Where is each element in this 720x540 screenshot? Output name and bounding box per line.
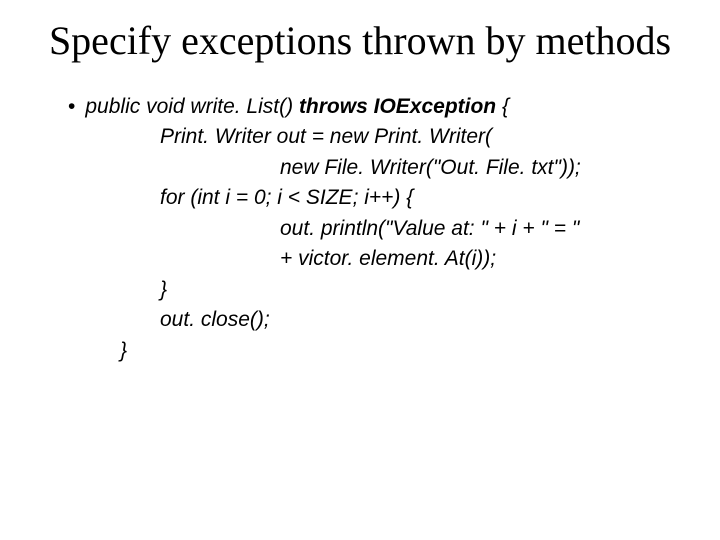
code-line-9: } <box>120 336 680 366</box>
bullet-icon: • <box>68 92 75 122</box>
slide-title: Specify exceptions thrown by methods <box>40 18 680 64</box>
code-line-3: new File. Writer("Out. File. txt")); <box>280 153 680 183</box>
code-line-5: out. println("Value at: " + i + " = " <box>280 214 680 244</box>
code-line-4: for (int i = 0; i < SIZE; i++) { <box>160 183 680 213</box>
code-line-1: • public void write. List() throws IOExc… <box>68 92 680 122</box>
code-line-7: } <box>160 275 680 305</box>
code-line-8: out. close(); <box>160 305 680 335</box>
code-line-2: Print. Writer out = new Print. Writer( <box>160 122 680 152</box>
code-line-6: + victor. element. At(i)); <box>280 244 680 274</box>
code-text: public void write. List() <box>85 95 299 118</box>
code-text-bold: throws IOException <box>299 95 502 118</box>
code-text: { <box>502 95 509 118</box>
code-block: • public void write. List() throws IOExc… <box>40 92 680 366</box>
